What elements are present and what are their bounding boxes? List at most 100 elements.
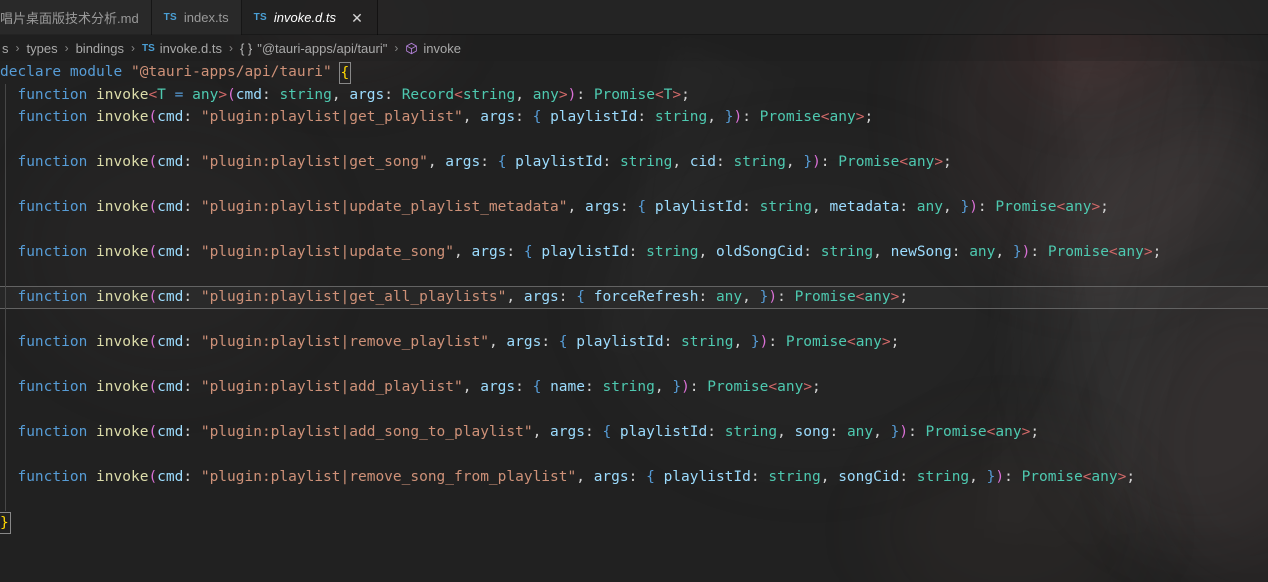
code-line[interactable] bbox=[0, 218, 1268, 242]
code-token: invoke bbox=[96, 289, 149, 305]
code-token: cmd bbox=[157, 154, 184, 170]
code-line-current[interactable]: function invoke(cmd: "plugin:playlist|ge… bbox=[0, 286, 1268, 309]
code-line[interactable]: function invoke(cmd: "plugin:playlist|ge… bbox=[0, 151, 1268, 174]
code-token: any bbox=[908, 154, 935, 170]
code-line[interactable] bbox=[0, 128, 1268, 152]
code-line[interactable] bbox=[0, 398, 1268, 422]
code-line[interactable]: function invoke(cmd: "plugin:playlist|ad… bbox=[0, 376, 1268, 399]
code-token: string bbox=[462, 86, 516, 103]
code-token: "plugin:playlist|remove_song_from_playli… bbox=[200, 469, 577, 485]
typescript-file-icon: TS bbox=[253, 12, 267, 23]
editor-tab[interactable]: TS index.ts bbox=[151, 0, 242, 35]
editor-tab-bar: 唱片桌面版技术分析.md TS index.ts TS invoke.d.ts ✕ bbox=[0, 0, 1268, 35]
code-token: { bbox=[637, 199, 647, 215]
breadcrumb-label: invoke bbox=[423, 40, 461, 56]
code-line[interactable] bbox=[0, 353, 1268, 377]
code-token: ( bbox=[227, 86, 236, 103]
code-token: string bbox=[916, 469, 970, 485]
breadcrumb-item[interactable]: types bbox=[25, 41, 60, 56]
code-token: , bbox=[995, 244, 1013, 260]
code-token: any bbox=[995, 424, 1022, 440]
code-line[interactable]: function invoke(cmd: "plugin:playlist|re… bbox=[0, 331, 1268, 354]
code-editor[interactable]: declare module "@tauri-apps/api/tauri" {… bbox=[0, 61, 1268, 582]
code-token: function bbox=[17, 199, 88, 215]
code-token: : bbox=[803, 244, 821, 260]
code-token: { bbox=[558, 334, 568, 350]
code-line[interactable] bbox=[0, 308, 1268, 332]
code-token: args bbox=[593, 469, 629, 485]
code-token: < bbox=[820, 109, 830, 125]
code-line[interactable] bbox=[0, 173, 1268, 197]
code-token: ; bbox=[890, 334, 900, 350]
code-token: any bbox=[829, 109, 856, 125]
code-token: : bbox=[977, 199, 996, 215]
code-token: args bbox=[506, 334, 542, 350]
code-token: any bbox=[1065, 199, 1092, 215]
editor-tab[interactable]: 唱片桌面版技术分析.md bbox=[0, 0, 152, 35]
code-token: ( bbox=[148, 199, 158, 215]
code-token: Record bbox=[401, 86, 455, 103]
code-line[interactable]: declare module "@tauri-apps/api/tauri" { bbox=[0, 61, 1268, 84]
code-token: , bbox=[969, 469, 987, 485]
code-token: function bbox=[17, 379, 88, 395]
code-token: args bbox=[550, 424, 585, 440]
breadcrumb-item[interactable]: TS invoke.d.ts bbox=[140, 41, 224, 56]
code-token: any bbox=[864, 289, 891, 305]
code-line-text: function invoke(cmd: "plugin:playlist|ge… bbox=[0, 289, 908, 305]
code-token: string bbox=[768, 469, 821, 485]
code-line-text: function invoke(cmd: "plugin:playlist|ad… bbox=[0, 424, 1039, 440]
code-token: ) bbox=[733, 109, 743, 125]
breadcrumb: s › types › bindings › TS invoke.d.ts › { } "@taur… bbox=[0, 35, 1268, 61]
code-line[interactable]: function invoke(cmd: "plugin:playlist|up… bbox=[0, 196, 1268, 219]
code-line[interactable]: function invoke<T = any>(cmd: string, ar… bbox=[0, 83, 1268, 107]
code-line[interactable] bbox=[0, 443, 1268, 467]
breadcrumb-item[interactable]: invoke bbox=[403, 41, 463, 56]
breadcrumb-separator: › bbox=[394, 41, 399, 55]
module-symbol-icon: { } bbox=[239, 40, 253, 56]
code-token: "@tauri-apps/api/tauri" bbox=[130, 64, 332, 80]
code-token: function bbox=[17, 244, 88, 260]
code-token: ( bbox=[148, 289, 158, 305]
code-token: Promise bbox=[759, 109, 821, 125]
close-icon[interactable]: ✕ bbox=[349, 11, 365, 25]
code-token: < bbox=[899, 154, 909, 170]
breadcrumb-item[interactable]: bindings bbox=[74, 41, 126, 56]
code-line[interactable]: function invoke(cmd: "plugin:playlist|re… bbox=[0, 466, 1268, 489]
code-line[interactable] bbox=[0, 263, 1268, 287]
code-token: , bbox=[742, 289, 760, 305]
bracket-match-highlight: } bbox=[0, 512, 11, 534]
code-token: : bbox=[908, 424, 926, 440]
code-token: : bbox=[777, 289, 795, 305]
code-line[interactable]: function invoke(cmd: "plugin:playlist|ad… bbox=[0, 421, 1268, 444]
editor-tab[interactable]: TS invoke.d.ts ✕ bbox=[241, 0, 379, 35]
code-line[interactable] bbox=[0, 488, 1268, 512]
code-token: : bbox=[742, 109, 760, 125]
code-token: : bbox=[261, 86, 280, 103]
code-line[interactable]: function invoke(cmd: "plugin:playlist|ge… bbox=[0, 106, 1268, 129]
code-token: Promise bbox=[925, 424, 987, 440]
code-token: { bbox=[646, 469, 655, 485]
breadcrumb-item[interactable]: s bbox=[0, 41, 11, 56]
code-token: args bbox=[471, 244, 507, 260]
breadcrumb-item[interactable]: { } "@tauri-apps/api/tauri" bbox=[238, 41, 389, 56]
editor-tab-label: index.ts bbox=[183, 10, 229, 25]
code-token: : bbox=[515, 379, 533, 395]
code-token: any bbox=[1117, 244, 1144, 260]
code-token: > bbox=[218, 86, 228, 103]
code-line[interactable]: } bbox=[0, 511, 1268, 534]
code-token: : bbox=[628, 244, 647, 260]
code-token: : bbox=[384, 86, 402, 103]
code-token: module bbox=[69, 64, 123, 80]
code-line[interactable]: function invoke(cmd: "plugin:playlist|up… bbox=[0, 241, 1268, 264]
